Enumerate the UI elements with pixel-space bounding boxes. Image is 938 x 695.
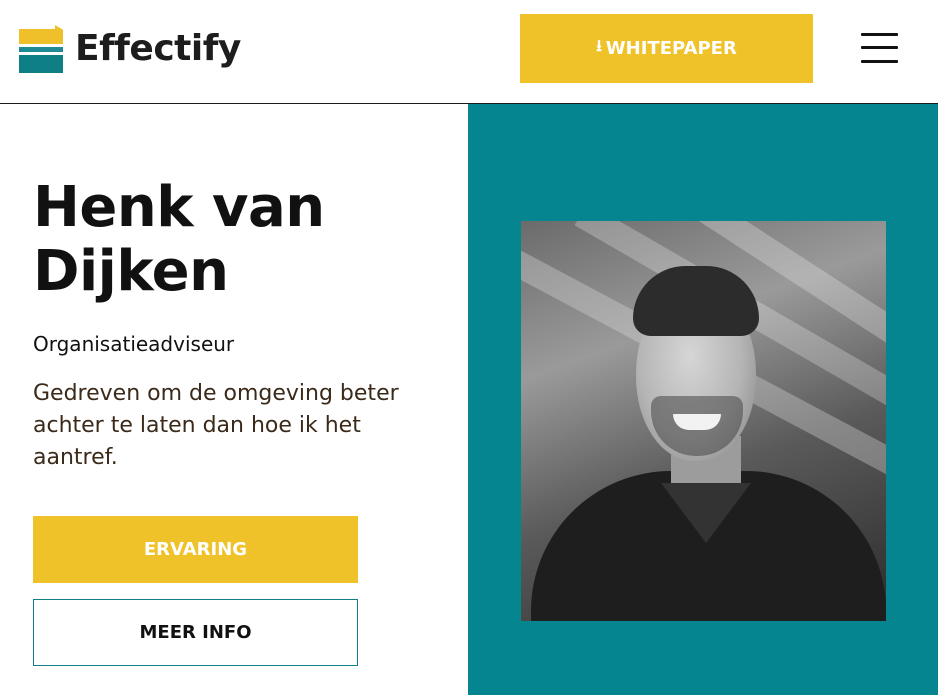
profile-name: Henk van Dijken [33,175,325,304]
profile-role: Organisatieadviseur [33,332,235,356]
ervaring-button[interactable]: ERVARING [33,516,358,583]
hamburger-menu-icon[interactable] [861,32,898,64]
download-icon: ⭳ [596,36,602,55]
whitepaper-label: WHITEPAPER [605,38,737,59]
site-header: Effectify ⭳ WHITEPAPER [0,0,938,104]
profile-tagline: Gedreven om de omgeving beter achter te … [33,381,399,470]
effectify-logo-icon [19,25,63,73]
whitepaper-button[interactable]: ⭳ WHITEPAPER [520,14,813,83]
profile-photo [521,221,886,621]
logo-text: Effectify [75,28,241,69]
logo[interactable]: Effectify [19,24,241,74]
meer-info-button[interactable]: MEER INFO [33,599,358,666]
